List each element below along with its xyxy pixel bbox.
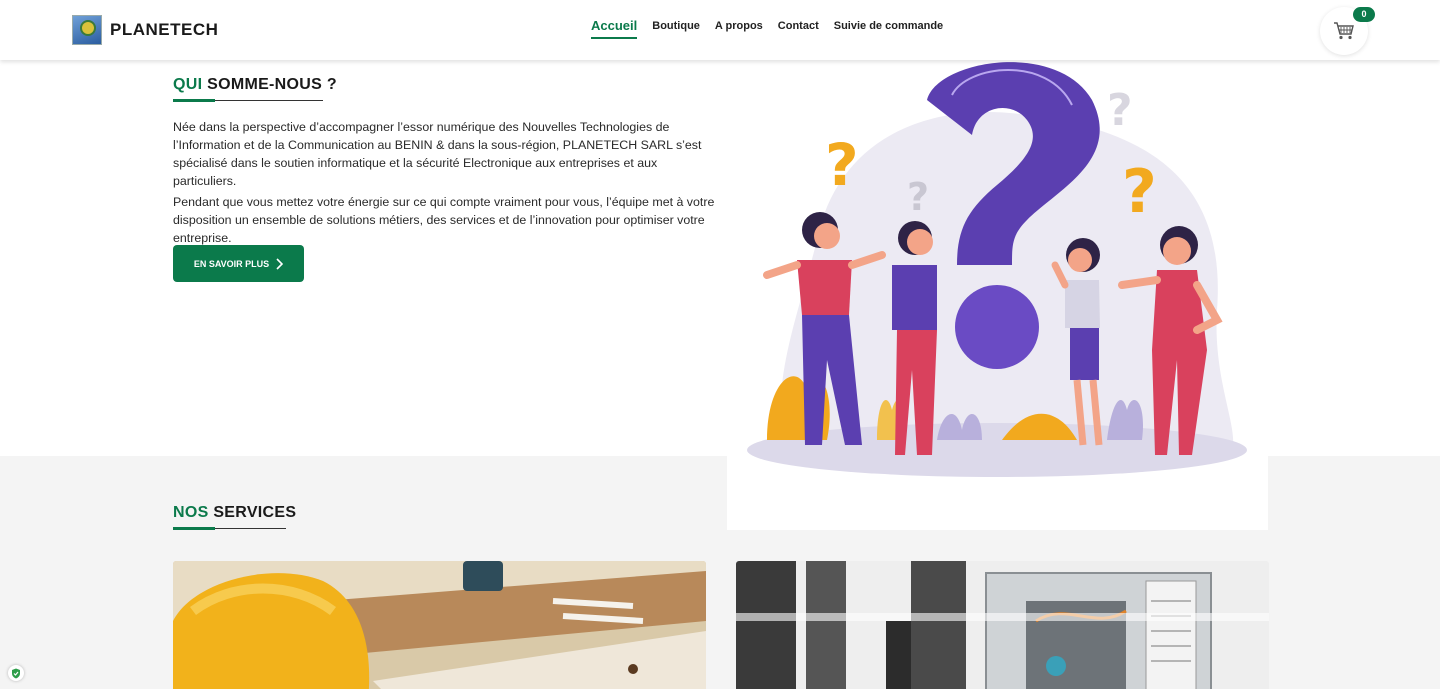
services-title-underline (173, 527, 286, 530)
about-title-underline (173, 99, 323, 102)
svg-text:?: ? (1107, 85, 1133, 136)
about-title-accent: QUI (173, 76, 203, 93)
services-title-accent: NOS (173, 504, 209, 521)
services-title-rest: SERVICES (208, 504, 297, 521)
nav-contact[interactable]: Contact (778, 20, 819, 39)
chevron-right-icon (276, 257, 284, 270)
question-illustration: ? ? ? ? (727, 60, 1268, 530)
service-image-computers (736, 561, 1269, 689)
main-nav: Accueil Boutique A propos Contact Suivie… (591, 18, 943, 39)
cart-icon (1334, 22, 1354, 40)
service-image-hardhat (173, 561, 706, 689)
about-paragraph-1: Née dans la perspective d’accompagner l’… (173, 120, 702, 188)
nav-accueil[interactable]: Accueil (591, 18, 638, 39)
nav-suivie-commande[interactable]: Suivie de commande (834, 20, 943, 39)
brand[interactable]: PLANETECH (72, 15, 218, 45)
learn-more-label: EN SAVOIR PLUS (193, 258, 270, 269)
svg-text:?: ? (1122, 157, 1157, 227)
about-title: QUI SOMME-NOUS ? (173, 76, 337, 94)
learn-more-button[interactable]: EN SAVOIR PLUS (173, 245, 304, 282)
service-card-construction[interactable] (173, 561, 706, 689)
services-title: NOS SERVICES (173, 504, 296, 522)
nav-boutique[interactable]: Boutique (652, 20, 700, 39)
nav-a-propos[interactable]: A propos (715, 20, 763, 39)
site-header: PLANETECH Accueil Boutique A propos Cont… (0, 0, 1440, 60)
brand-name: PLANETECH (110, 20, 219, 39)
cart-count-badge: 0 (1353, 7, 1375, 22)
about-title-rest: SOMME-NOUS ? (202, 76, 337, 93)
svg-text:?: ? (825, 131, 859, 199)
logo-icon (72, 15, 102, 45)
service-card-it-support[interactable] (736, 561, 1269, 689)
shield-icon (12, 668, 20, 678)
privacy-shield-button[interactable] (8, 665, 24, 681)
svg-text:?: ? (907, 175, 929, 219)
about-paragraph-2: Pendant que vous mettez votre énergie su… (173, 195, 715, 245)
about-text: Née dans la perspective d’accompagner l’… (173, 118, 718, 250)
